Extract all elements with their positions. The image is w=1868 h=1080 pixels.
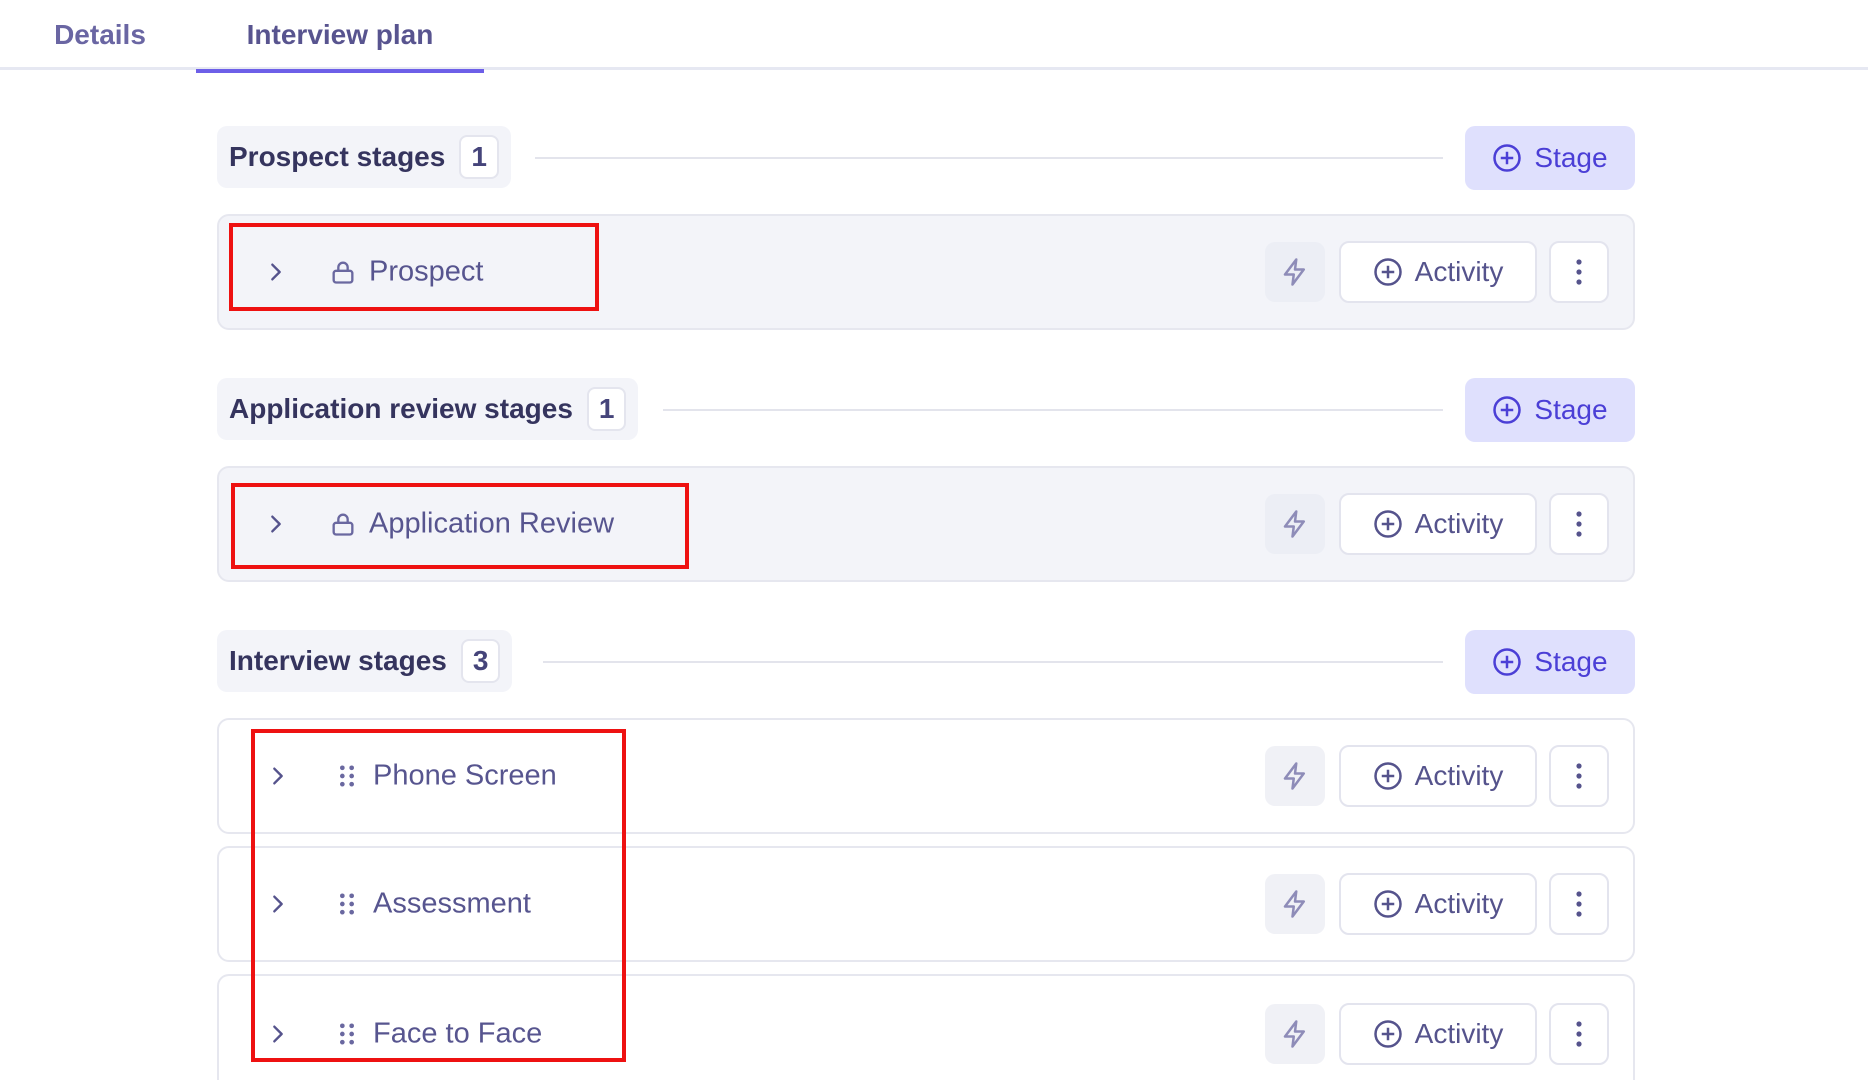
application-review-stages-section: Application review stages 1 Stage Applic… <box>217 378 1635 582</box>
plus-circle-icon <box>1373 762 1402 790</box>
stage-name: Assessment <box>373 887 531 920</box>
stage-name: Face to Face <box>373 1017 543 1050</box>
stage-row-face-to-face[interactable]: Face to Face Activity <box>217 974 1635 1080</box>
add-stage-button[interactable]: Stage <box>1465 126 1635 190</box>
section-header: Interview stages 3 Stage <box>217 630 1635 694</box>
plus-circle-icon <box>1373 890 1402 918</box>
interview-stages-section: Interview stages 3 Stage Phone Screen Ac… <box>217 630 1635 1080</box>
chevron-right-icon[interactable] <box>267 765 289 787</box>
stage-count-badge: 1 <box>459 135 499 179</box>
section-header: Application review stages 1 Stage <box>217 378 1635 442</box>
chevron-right-icon[interactable] <box>267 893 289 915</box>
drag-handle-icon[interactable] <box>333 890 361 918</box>
add-activity-label: Activity <box>1414 508 1504 539</box>
section-divider <box>663 409 1443 411</box>
automation-button[interactable] <box>1265 494 1325 554</box>
drag-handle-icon[interactable] <box>333 1020 361 1048</box>
plus-circle-icon <box>1373 258 1402 286</box>
more-options-button[interactable] <box>1549 745 1609 807</box>
add-activity-button[interactable]: Activity <box>1339 745 1537 807</box>
plus-circle-icon <box>1493 144 1522 172</box>
add-stage-button[interactable]: Stage <box>1465 630 1635 694</box>
add-activity-button[interactable]: Activity <box>1339 241 1537 303</box>
stage-row-phone-screen[interactable]: Phone Screen Activity <box>217 718 1635 834</box>
add-stage-label: Stage <box>1534 394 1608 425</box>
more-options-button[interactable] <box>1549 493 1609 555</box>
section-header: Prospect stages 1 Stage <box>217 126 1635 190</box>
automation-button[interactable] <box>1265 242 1325 302</box>
lightning-icon <box>1283 1020 1305 1048</box>
more-vertical-icon <box>1576 891 1582 917</box>
add-activity-label: Activity <box>1414 1018 1504 1049</box>
tab-bar: Details Interview plan <box>0 0 1868 73</box>
add-stage-label: Stage <box>1534 142 1608 173</box>
stage-name: Application Review <box>369 507 615 540</box>
stage-row-prospect[interactable]: Prospect Activity <box>217 214 1635 330</box>
section-divider <box>535 157 1443 159</box>
chevron-right-icon[interactable] <box>265 513 287 535</box>
section-title: Application review stages 1 <box>217 378 639 440</box>
stage-count-badge: 3 <box>460 639 501 683</box>
section-title-label: Interview stages <box>229 645 447 676</box>
stage-name: Phone Screen <box>373 759 557 792</box>
more-vertical-icon <box>1576 763 1582 789</box>
automation-button[interactable] <box>1265 746 1325 806</box>
section-title-label: Application review stages <box>229 393 573 424</box>
tab-details[interactable]: Details <box>30 0 170 70</box>
more-options-button[interactable] <box>1549 241 1609 303</box>
plus-circle-icon <box>1373 510 1402 538</box>
more-vertical-icon <box>1576 1021 1582 1047</box>
lightning-icon <box>1283 890 1305 918</box>
tab-interview-plan[interactable]: Interview plan <box>196 0 484 73</box>
section-title-label: Prospect stages <box>229 141 446 172</box>
add-activity-button[interactable]: Activity <box>1339 873 1537 935</box>
plus-circle-icon <box>1493 648 1522 676</box>
section-title: Prospect stages 1 <box>217 126 511 188</box>
section-title: Interview stages 3 <box>217 630 513 692</box>
plus-circle-icon <box>1373 1020 1402 1048</box>
more-vertical-icon <box>1576 259 1582 285</box>
prospect-stages-section: Prospect stages 1 Stage Prospect Activit… <box>217 126 1635 330</box>
drag-handle-icon[interactable] <box>333 762 361 790</box>
add-stage-button[interactable]: Stage <box>1465 378 1635 442</box>
add-activity-label: Activity <box>1414 256 1504 287</box>
stage-name: Prospect <box>369 255 484 288</box>
automation-button[interactable] <box>1265 874 1325 934</box>
stage-row-assessment[interactable]: Assessment Activity <box>217 846 1635 962</box>
chevron-right-icon[interactable] <box>267 1023 289 1045</box>
section-divider <box>543 661 1443 663</box>
stage-row-application-review[interactable]: Application Review Activity <box>217 466 1635 582</box>
more-options-button[interactable] <box>1549 1003 1609 1065</box>
lightning-icon <box>1283 510 1305 538</box>
lock-icon <box>332 513 354 536</box>
add-stage-label: Stage <box>1534 646 1608 677</box>
lightning-icon <box>1283 258 1305 286</box>
automation-button[interactable] <box>1265 1004 1325 1064</box>
lightning-icon <box>1283 762 1305 790</box>
stage-count-badge: 1 <box>586 387 627 431</box>
add-activity-button[interactable]: Activity <box>1339 1003 1537 1065</box>
add-activity-label: Activity <box>1414 888 1504 919</box>
more-options-button[interactable] <box>1549 873 1609 935</box>
more-vertical-icon <box>1576 511 1582 537</box>
add-activity-label: Activity <box>1414 760 1504 791</box>
chevron-right-icon[interactable] <box>265 261 287 283</box>
add-activity-button[interactable]: Activity <box>1339 493 1537 555</box>
plus-circle-icon <box>1493 396 1522 424</box>
lock-icon <box>332 261 354 284</box>
